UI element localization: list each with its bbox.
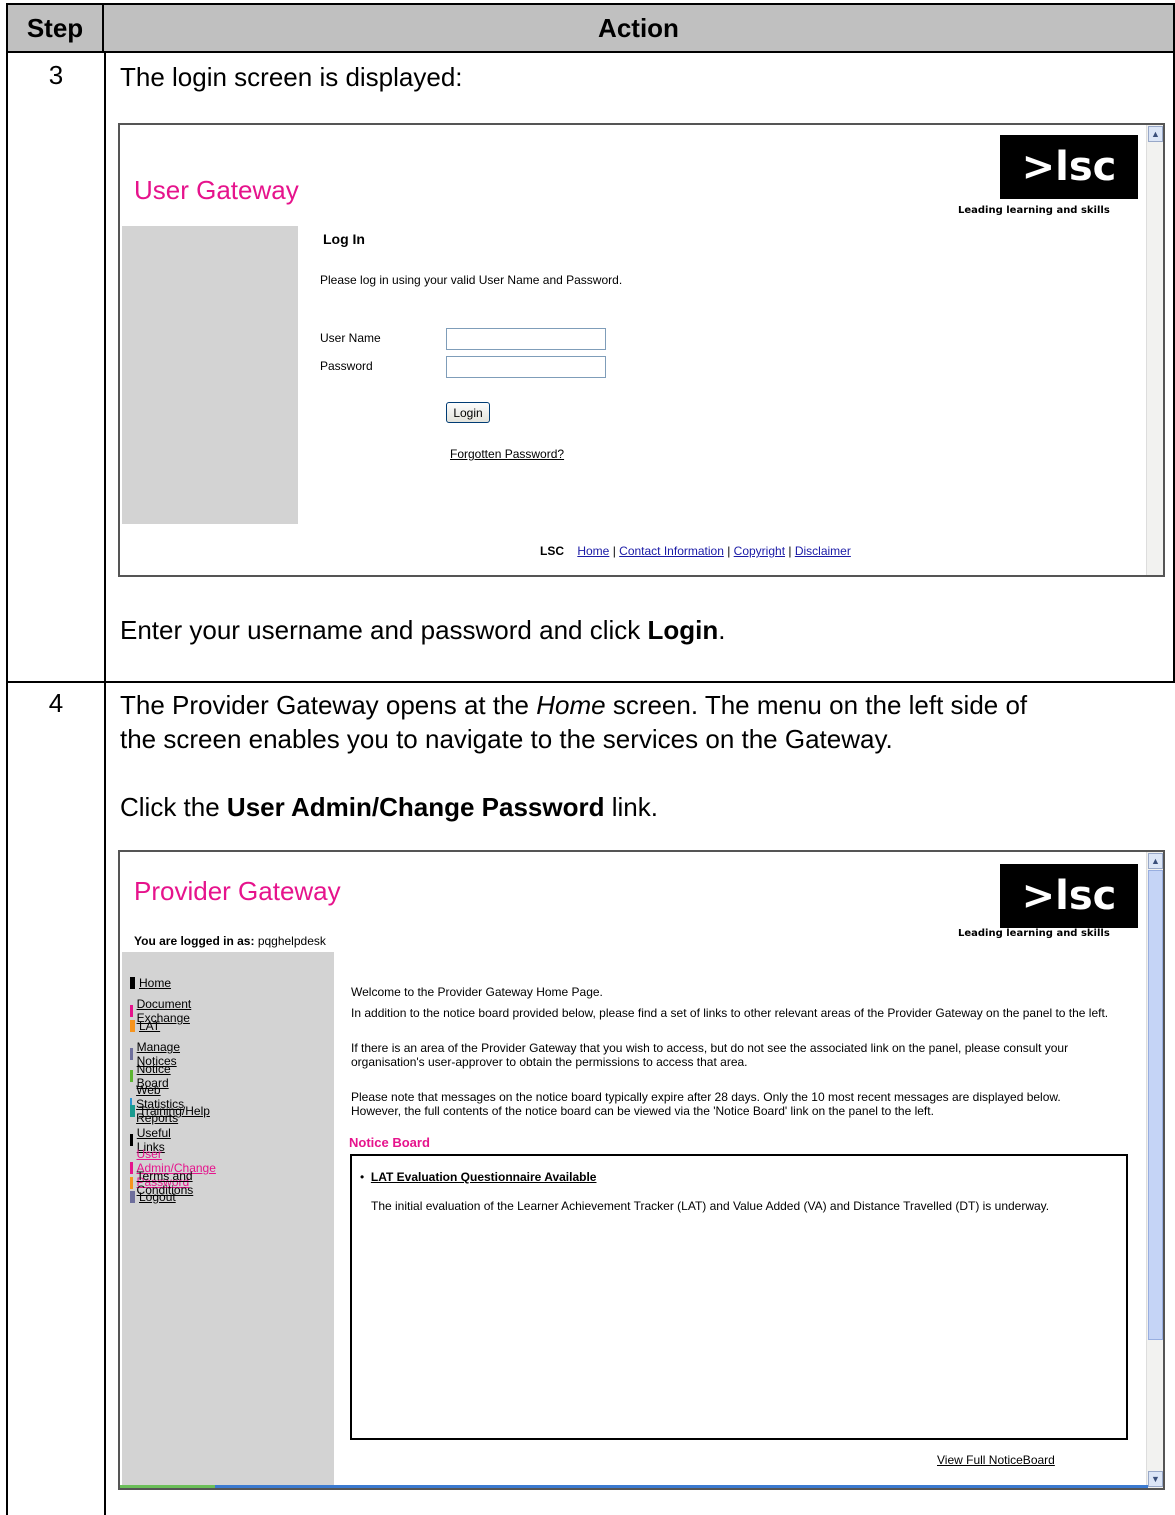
footer-copyright-link[interactable]: Copyright <box>734 544 785 558</box>
logged-in-label: You are logged in as: <box>134 934 255 948</box>
left-panel <box>122 226 298 524</box>
access-paragraph-line2: organisation's user-approver to obtain t… <box>351 1055 748 1069</box>
menu-color-marker <box>130 1176 133 1189</box>
provider-gateway-title: Provider Gateway <box>134 876 341 906</box>
menu-color-marker <box>130 1019 135 1032</box>
access-paragraph-line1: If there is an area of the Provider Gate… <box>351 1041 1069 1055</box>
step4-intro: The Provider Gateway opens at the Home s… <box>120 688 1170 756</box>
menu-item-label[interactable]: Training/Help <box>139 1104 210 1118</box>
lsc-logo: >lsc <box>1000 864 1138 928</box>
step4-click-pre: Click the <box>120 792 227 822</box>
menu-item-training-help[interactable]: Training/Help <box>130 1104 210 1118</box>
step4-intro-post: screen. The menu on the left side of <box>605 690 1028 720</box>
expiry-paragraph-line2: However, the full contents of the notice… <box>351 1104 934 1118</box>
welcome-text: Welcome to the Provider Gateway Home Pag… <box>351 985 603 999</box>
status-bar-strip <box>120 1485 1148 1488</box>
menu-color-marker <box>130 1105 135 1118</box>
notice-item-text: The initial evaluation of the Learner Ac… <box>371 1199 1050 1213</box>
scroll-thumb[interactable] <box>1148 870 1163 1340</box>
footer-home-link[interactable]: Home <box>577 544 609 558</box>
notice-board-box: • LAT Evaluation Questionnaire Available… <box>350 1154 1128 1440</box>
table-header-row: Step Action <box>6 3 1175 53</box>
step-number-3: 3 <box>48 60 64 90</box>
menu-color-marker <box>130 977 135 989</box>
view-full-noticeboard-link[interactable]: View Full NoticeBoard <box>937 1453 1055 1467</box>
scrollbar[interactable]: ▲ <box>1146 125 1163 575</box>
logo-tagline: Leading learning and skills <box>958 205 1110 216</box>
scroll-up-icon[interactable]: ▲ <box>1148 853 1163 869</box>
notice-board-heading: Notice Board <box>349 1135 430 1150</box>
menu-item-label[interactable]: Home <box>139 976 171 990</box>
menu-item-home[interactable]: Home <box>130 976 171 990</box>
login-footer: LSC Home | Contact Information | Copyrig… <box>540 544 851 558</box>
step3-instruction-bold: Login <box>647 615 719 645</box>
logged-in-user: pqghelpdesk <box>257 934 326 948</box>
footer-contact-link[interactable]: Contact Information <box>619 544 724 558</box>
provider-gateway-screenshot: ▲ ▼ Provider Gateway >lsc Leading learni… <box>118 850 1165 1490</box>
step4-click-post: link. <box>604 792 658 822</box>
scroll-down-icon[interactable]: ▼ <box>1148 1471 1163 1487</box>
user-gateway-title: User Gateway <box>134 175 299 205</box>
step4-intro-italic: Home <box>536 690 606 720</box>
scroll-up-icon[interactable]: ▲ <box>1148 126 1163 142</box>
menu-item-logout[interactable]: Logout <box>130 1190 176 1204</box>
login-screenshot: ▲ User Gateway >lsc Leading learning and… <box>118 123 1165 577</box>
table-left-border <box>6 53 8 1515</box>
step4-click-instruction: Click the User Admin/Change Password lin… <box>120 790 658 824</box>
logo-tagline: Leading learning and skills <box>958 928 1110 939</box>
intro-paragraph: In addition to the notice board provided… <box>351 1006 1109 1020</box>
menu-color-marker <box>130 1069 133 1082</box>
expiry-paragraph-line1: Please note that messages on the notice … <box>351 1090 1061 1104</box>
login-button[interactable]: Login <box>446 402 490 423</box>
footer-brand: LSC <box>540 544 564 558</box>
step4-intro-line2: the screen enables you to navigate to th… <box>120 724 893 754</box>
step3-instruction-pre: Enter your username and password and cli… <box>120 615 648 645</box>
bullet: • <box>360 1170 371 1184</box>
step3-instruction-post: . <box>718 615 726 645</box>
menu-item-lat[interactable]: LAT <box>130 1019 160 1033</box>
row-divider <box>6 681 1175 683</box>
step3-instruction: Enter your username and password and cli… <box>120 613 726 647</box>
lsc-logo: >lsc <box>1000 135 1138 199</box>
expiry-paragraph: Please note that messages on the notice … <box>351 1090 1061 1118</box>
notice-item: • LAT Evaluation Questionnaire Available <box>360 1170 596 1184</box>
footer-disclaimer-link[interactable]: Disclaimer <box>795 544 851 558</box>
step-number-4: 4 <box>48 688 64 718</box>
menu-item-label[interactable]: Logout <box>139 1190 176 1204</box>
username-label: User Name <box>320 331 381 345</box>
instruction-document: Step Action 3 The login screen is displa… <box>0 0 1175 1515</box>
header-action: Action <box>598 12 679 43</box>
menu-item-label[interactable]: LAT <box>139 1019 160 1033</box>
access-paragraph: If there is an area of the Provider Gate… <box>351 1041 1068 1069</box>
step3-intro: The login screen is displayed: <box>120 62 463 92</box>
menu-color-marker <box>130 1133 133 1146</box>
login-heading: Log In <box>323 231 365 247</box>
menu-color-marker <box>130 1005 133 1018</box>
notice-item-title-link[interactable]: LAT Evaluation Questionnaire Available <box>371 1170 597 1184</box>
menu-color-marker <box>130 1191 135 1203</box>
table-column-divider <box>104 53 106 1515</box>
login-prompt: Please log in using your valid User Name… <box>320 273 623 287</box>
password-label: Password <box>320 359 373 373</box>
username-field[interactable] <box>446 328 606 350</box>
step4-intro-pre: The Provider Gateway opens at the <box>120 690 537 720</box>
scrollbar[interactable]: ▲ ▼ <box>1146 852 1163 1488</box>
step4-click-bold: User Admin/Change Password <box>226 792 605 822</box>
password-field[interactable] <box>446 356 606 378</box>
logged-in-info: You are logged in as: pqghelpdesk <box>134 934 326 948</box>
menu-color-marker <box>130 1048 133 1061</box>
header-step: Step <box>8 5 104 51</box>
forgotten-password-link[interactable]: Forgotten Password? <box>450 447 564 461</box>
